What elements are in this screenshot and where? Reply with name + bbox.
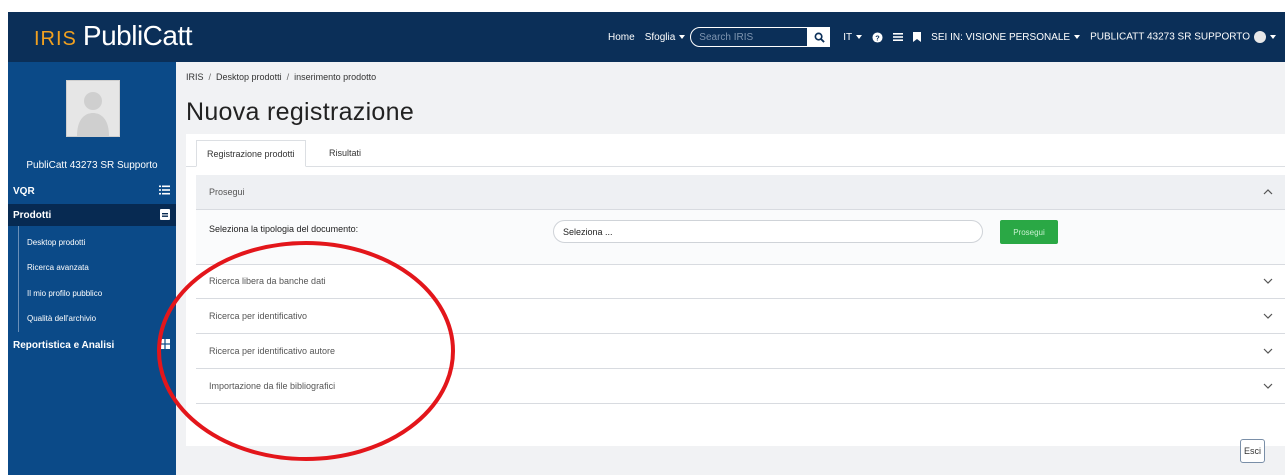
sidebar-subitem-profilo-pubblico[interactable]: Il mio profilo pubblico: [27, 289, 102, 298]
logo-text: PubliCatt: [82, 20, 193, 51]
list-ordered-icon: [159, 185, 170, 198]
avatar: [1254, 31, 1266, 43]
profile-name: PubliCatt 43273 SR Supporto: [26, 160, 158, 171]
nav-home-link[interactable]: Home: [608, 32, 635, 43]
sidebar-item-label: Prodotti: [13, 209, 52, 221]
chevron-down-icon: [1263, 348, 1273, 354]
user-silhouette-icon: [77, 92, 109, 136]
esci-button[interactable]: Esci: [1240, 439, 1265, 463]
accordion-body-prosegui: Seleziona la tipologia del documento: Se…: [196, 210, 1285, 265]
tab-registrazione-prodotti[interactable]: Registrazione prodotti: [196, 140, 306, 167]
list-icon[interactable]: [893, 32, 904, 42]
sidebar-item-reportistica[interactable]: Reportistica e Analisi: [8, 334, 176, 356]
chevron-down-icon: [679, 34, 686, 39]
sidebar-item-label: Reportistica e Analisi: [13, 339, 115, 351]
chevron-down-icon: [1263, 313, 1273, 319]
sidebar-item-label: VQR: [13, 185, 35, 197]
user-label: PUBLICATT 43273 SR SUPPORTO: [1090, 31, 1250, 43]
sidebar-item-vqr[interactable]: VQR: [8, 180, 176, 202]
bookmark-icon[interactable]: [913, 32, 922, 42]
chevron-down-icon: [1263, 383, 1273, 389]
top-strip: [0, 0, 1285, 12]
chevron-up-icon: [1263, 189, 1273, 195]
accordion-title: Prosegui: [209, 187, 245, 197]
sidebar-subitem-desktop-prodotti[interactable]: Desktop prodotti: [27, 238, 85, 247]
prosegui-button[interactable]: Prosegui: [1000, 220, 1058, 244]
submenu-line: [18, 226, 19, 332]
svg-text:?: ?: [875, 33, 880, 42]
sidebar: PubliCatt 43273 SR Supporto VQR Prodotti…: [8, 62, 176, 475]
user-menu[interactable]: PUBLICATT 43273 SR SUPPORTO: [1090, 31, 1276, 43]
top-navbar: IRISPubliCatt Home Sfoglia IT ? SEI IN: …: [8, 12, 1285, 62]
page-title: Nuova registrazione: [186, 98, 415, 126]
breadcrumb-desktop-prodotti[interactable]: Desktop prodotti: [216, 72, 282, 82]
accordion-header-ricerca-identificativo-autore[interactable]: Ricerca per identificativo autore: [196, 334, 1285, 369]
logo-prefix: IRIS: [34, 28, 77, 50]
breadcrumb-current: inserimento prodotto: [294, 72, 377, 82]
language-dropdown[interactable]: IT: [843, 31, 863, 43]
main-card: Registrazione prodotti Risultati Prosegu…: [186, 134, 1285, 446]
table-icon: [160, 339, 170, 352]
nav-right: Home Sfoglia IT ? SEI IN: VISIONE PERSON…: [603, 26, 1281, 48]
tab-bar: Registrazione prodotti Risultati: [186, 134, 1285, 167]
search-input[interactable]: [690, 27, 809, 47]
chevron-down-icon: [1263, 278, 1273, 284]
sidebar-subitem-ricerca-avanzata[interactable]: Ricerca avanzata: [27, 263, 89, 272]
sidebar-subitem-qualita-archivio[interactable]: Qualità dell'archivio: [27, 314, 96, 323]
search-icon: [814, 32, 825, 43]
chevron-down-icon: [856, 34, 863, 39]
search-button[interactable]: [808, 27, 831, 47]
breadcrumb-iris[interactable]: IRIS: [186, 72, 204, 82]
sidebar-item-prodotti[interactable]: Prodotti: [8, 204, 176, 226]
accordion-title: Ricerca per identificativo: [209, 311, 308, 321]
accordion-header-importazione-file[interactable]: Importazione da file bibliografici: [196, 369, 1285, 404]
nav-sfoglia-dropdown[interactable]: Sfoglia: [645, 32, 686, 43]
chevron-down-icon: [1270, 35, 1276, 39]
document-type-select[interactable]: Seleziona ...: [553, 220, 983, 243]
document-type-label: Seleziona la tipologia del documento:: [209, 224, 359, 234]
accordion-header-ricerca-libera[interactable]: Ricerca libera da banche dati: [196, 264, 1285, 299]
visione-label: SEI IN: VISIONE PERSONALE: [931, 31, 1071, 43]
accordion-title: Importazione da file bibliografici: [209, 381, 336, 391]
accordion-header-ricerca-identificativo[interactable]: Ricerca per identificativo: [196, 299, 1285, 334]
accordion-title: Ricerca libera da banche dati: [209, 276, 326, 286]
profile-avatar[interactable]: [66, 80, 120, 137]
tab-risultati[interactable]: Risultati: [319, 140, 371, 166]
nav-sfoglia-label: Sfoglia: [644, 31, 676, 43]
chevron-down-icon: [1074, 34, 1081, 39]
help-icon[interactable]: ?: [872, 31, 883, 43]
breadcrumb: IRIS / Desktop prodotti / inserimento prodot…: [186, 72, 377, 82]
book-icon: [160, 209, 170, 223]
site-logo[interactable]: IRIS PubliCatt: [34, 20, 193, 52]
accordion-title: Ricerca per identificativo autore: [209, 346, 336, 356]
visione-dropdown[interactable]: SEI IN: VISIONE PERSONALE: [931, 31, 1081, 43]
language-label: IT: [843, 31, 853, 43]
main-content: IRIS / Desktop prodotti / inserimento prodot…: [176, 62, 1285, 475]
accordion-header-prosegui[interactable]: Prosegui: [196, 175, 1285, 210]
